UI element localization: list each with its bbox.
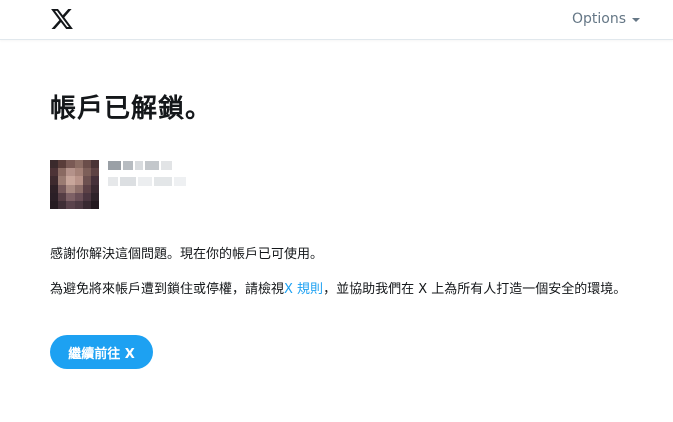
caret-down-icon	[632, 18, 640, 22]
avatar	[50, 160, 99, 209]
x-logo-icon[interactable]	[51, 9, 73, 29]
rules-message: 為避免將來帳戶遭到鎖住或停權，請檢視X 規則，並協助我們在 X 上為所有人打造一…	[50, 281, 640, 299]
blurred-account-names	[108, 161, 186, 193]
rules-message-before: 為避免將來帳戶遭到鎖住或停權，請檢視	[50, 282, 285, 297]
account-profile	[50, 160, 186, 209]
continue-to-x-button[interactable]: 繼續前往 X	[50, 335, 153, 369]
blurred-username	[108, 177, 186, 186]
success-message: 感謝你解決這個問題。現在你的帳戶已可使用。	[50, 247, 324, 262]
options-label: Options	[571, 11, 626, 27]
rules-message-after: ，並協助我們在 X 上為所有人打造一個安全的環境。	[323, 282, 627, 297]
options-menu-button[interactable]: Options	[572, 11, 640, 27]
page-title: 帳戶已解鎖。	[50, 94, 213, 124]
x-rules-link[interactable]: X 規則	[284, 282, 323, 297]
blurred-display-name	[108, 161, 186, 170]
top-bar: Options	[0, 0, 673, 40]
